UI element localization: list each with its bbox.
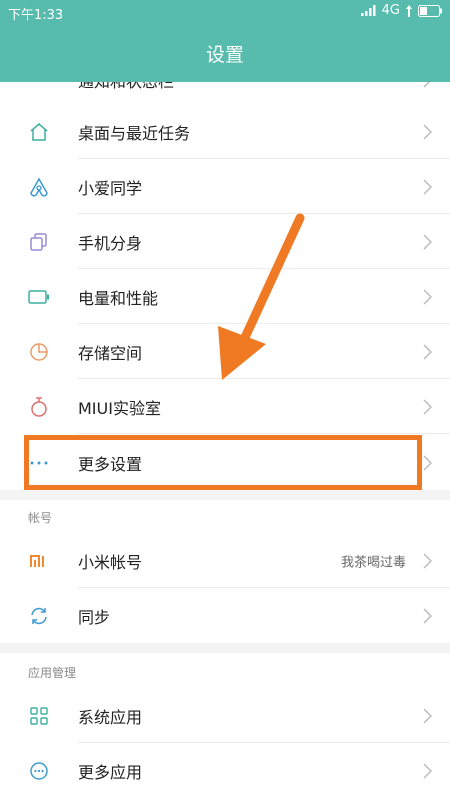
list-item-xiaoai[interactable]: 小爱同学 — [0, 159, 450, 214]
list-item-label: 小米帐号 — [78, 552, 143, 572]
battery-icon — [28, 286, 50, 308]
list-item-storage[interactable]: 存储空间 — [0, 324, 450, 379]
data-arrows-icon — [406, 4, 412, 17]
list-item-more-settings[interactable]: 更多设置 — [0, 435, 450, 490]
chevron-right-icon — [423, 607, 432, 624]
chevron-right-icon — [423, 288, 432, 305]
settings-list[interactable]: 通知和状态栏 桌面与最近任务 小爱同学 手机分身 电量和性能 — [0, 82, 450, 800]
chevron-right-icon — [423, 178, 432, 195]
grid-apps-icon — [28, 705, 50, 727]
chevron-right-icon — [423, 123, 432, 140]
more-dots-icon — [28, 452, 50, 474]
list-item-battery[interactable]: 电量和性能 — [0, 269, 450, 324]
list-item-label: 更多应用 — [78, 762, 143, 782]
chevron-right-icon — [423, 707, 432, 724]
chevron-right-icon — [423, 82, 430, 88]
network-type: 4G — [381, 3, 400, 18]
section-gap — [0, 643, 450, 653]
list-item-more-apps[interactable]: 更多应用 — [0, 743, 450, 798]
section-title-account: 帐号 — [28, 511, 53, 525]
chevron-right-icon — [423, 233, 432, 250]
second-space-icon — [28, 231, 50, 253]
chevron-right-icon — [423, 398, 432, 415]
home-icon — [28, 121, 50, 143]
list-item-label: 更多设置 — [78, 454, 143, 474]
storage-icon — [28, 341, 50, 363]
signal-icon — [360, 5, 376, 16]
status-time: 下午1:33 — [8, 8, 64, 23]
list-item-label: 存储空间 — [78, 343, 143, 363]
list-item-second-space[interactable]: 手机分身 — [0, 214, 450, 269]
divider — [78, 433, 450, 434]
account-name-value: 我茶喝过毒 — [340, 555, 406, 570]
list-item-label: MIUI实验室 — [78, 398, 161, 418]
mi-logo-icon — [28, 550, 50, 572]
list-item-system-apps[interactable]: 系统应用 — [0, 688, 450, 743]
list-item-miui-lab[interactable]: MIUI实验室 — [0, 379, 450, 434]
battery-status-icon — [418, 4, 442, 17]
app-header: 下午1:33 4G 设置 — [0, 0, 450, 82]
chevron-right-icon — [423, 762, 432, 779]
chevron-right-icon — [423, 552, 432, 569]
list-item-label: 通知和状态栏 — [78, 82, 174, 92]
list-item-label: 系统应用 — [78, 707, 143, 727]
list-item-label: 桌面与最近任务 — [78, 123, 191, 143]
more-apps-icon — [28, 760, 50, 782]
status-bar: 下午1:33 4G — [0, 0, 450, 24]
sync-icon — [28, 605, 50, 627]
list-item-label: 同步 — [78, 607, 111, 627]
list-item-sync[interactable]: 同步 — [0, 588, 450, 643]
section-title-apps: 应用管理 — [28, 666, 77, 680]
list-item-home-screen[interactable]: 桌面与最近任务 — [0, 104, 450, 159]
chevron-right-icon — [423, 454, 432, 471]
list-item-mi-account[interactable]: 小米帐号 我茶喝过毒 — [0, 533, 450, 588]
list-item-label: 手机分身 — [78, 233, 143, 253]
chevron-right-icon — [423, 343, 432, 360]
list-item-label: 小爱同学 — [78, 178, 143, 198]
section-gap — [0, 490, 450, 500]
page-title: 设置 — [205, 44, 244, 66]
list-item-label: 电量和性能 — [78, 288, 159, 308]
lab-flask-icon — [28, 396, 50, 418]
status-right: 4G — [360, 3, 442, 18]
ai-assistant-icon — [28, 176, 50, 198]
